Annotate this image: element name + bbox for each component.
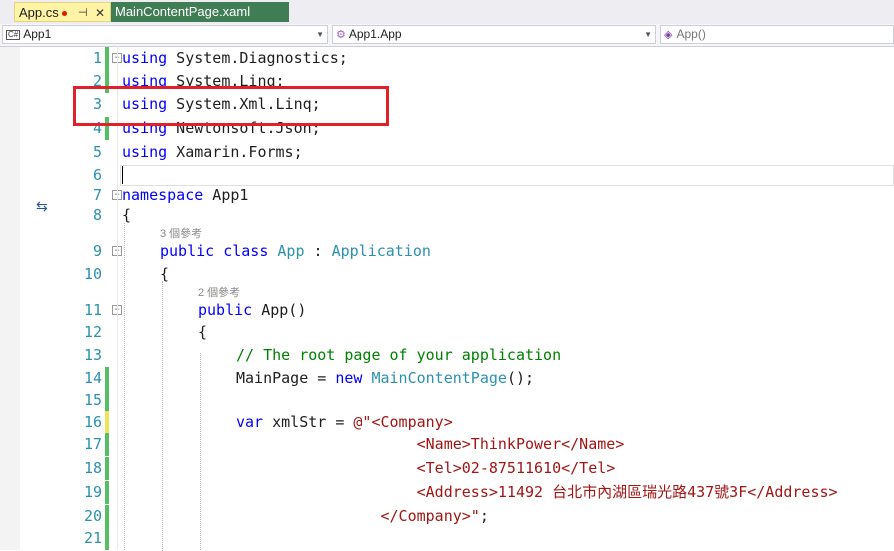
tab-maincontentpage-xaml[interactable]: MainContentPage.xaml — [111, 2, 289, 22]
tab-label: MainContentPage.xaml — [115, 4, 251, 19]
class-icon: ⚙ — [336, 29, 346, 41]
change-marker — [105, 47, 109, 70]
dropdown-arrow-icon: ▼ — [316, 30, 324, 39]
codelens-references[interactable]: 3 個參考 — [160, 225, 202, 241]
code-text: // The root page of your application — [236, 346, 562, 364]
close-tab-icon[interactable]: ✕ — [95, 3, 105, 23]
code-line[interactable]: 10{ — [0, 263, 894, 286]
code-line[interactable]: 17 <Name>ThinkPower</Name> — [0, 433, 894, 456]
line-number: 18 — [83, 459, 102, 477]
line-number: 9 — [92, 242, 102, 260]
code-line[interactable]: 19 <Address>11492 台北市內湖區瑞光路437號3F</Addre… — [0, 481, 894, 504]
change-marker — [105, 505, 109, 528]
change-marker — [105, 367, 109, 390]
code-text: public class App : Application — [160, 242, 431, 260]
class-hierarchy-icon[interactable]: ⇆ — [36, 198, 48, 215]
change-marker — [105, 527, 109, 550]
code-line[interactable]: 16 var xmlStr = @"<Company> — [0, 411, 894, 434]
line-number: 5 — [92, 143, 102, 161]
current-line-highlight — [120, 165, 894, 186]
code-line[interactable]: 13 // The root page of your application — [0, 344, 894, 367]
change-marker — [105, 389, 109, 412]
code-line[interactable]: 20 </Company>"; — [0, 505, 894, 528]
tab-label: App.cs — [19, 5, 59, 20]
line-number: 12 — [83, 323, 102, 341]
line-number: 10 — [83, 265, 102, 283]
code-line[interactable]: 15 — [0, 389, 894, 412]
code-text: public App() — [198, 301, 307, 319]
code-text: <Address>11492 台北市內湖區瑞光路437號3F</Address> — [236, 483, 838, 501]
member-dropdown[interactable]: ◈ App() — [660, 25, 894, 44]
highlight-box — [73, 86, 389, 126]
text-caret — [122, 166, 123, 184]
change-marker — [105, 457, 109, 480]
code-line[interactable]: 11−2 個參考public App() — [0, 287, 894, 322]
code-text: <Tel>02-87511610</Tel> — [236, 459, 616, 477]
line-number: 17 — [83, 435, 102, 453]
tab-app-cs[interactable]: App.cs ⊣ ✕ — [14, 2, 111, 22]
code-text: { — [198, 323, 208, 341]
line-number: 16 — [83, 413, 102, 431]
line-number: 14 — [83, 369, 102, 387]
line-number: 20 — [83, 507, 102, 525]
line-number: 13 — [83, 346, 102, 364]
dropdown-arrow-icon: ▼ — [644, 30, 652, 39]
line-number: 19 — [83, 483, 102, 501]
pin-tab-icon[interactable]: ⊣ — [78, 3, 88, 23]
code-text: var xmlStr = @"<Company> — [236, 413, 453, 431]
navigation-bar: C# App1 ▼ ⚙ App1.App ▼ ◈ App() — [0, 24, 894, 47]
codelens-references[interactable]: 2 個參考 — [198, 284, 240, 300]
document-tab-strip: App.cs ⊣ ✕ MainContentPage.xaml — [0, 0, 894, 24]
line-number: 1 — [92, 49, 102, 67]
code-text: using Xamarin.Forms; — [122, 143, 303, 161]
code-line[interactable]: 18 <Tel>02-87511610</Tel> — [0, 457, 894, 480]
modified-indicator-icon — [61, 11, 67, 17]
line-number: 21 — [83, 529, 102, 547]
type-dropdown[interactable]: ⚙ App1.App ▼ — [332, 25, 656, 44]
code-text: </Company>"; — [236, 507, 489, 525]
code-line[interactable]: 5 using Xamarin.Forms; — [0, 141, 894, 164]
method-icon: ◈ — [664, 29, 673, 41]
code-line[interactable]: 12 { — [0, 321, 894, 344]
code-line[interactable]: 1−using System.Diagnostics; — [0, 47, 894, 70]
project-dropdown-value: App1 — [23, 27, 52, 41]
indent-guide — [200, 353, 201, 550]
code-text: <Name>ThinkPower</Name> — [236, 435, 625, 453]
code-line[interactable]: 8{ — [0, 204, 894, 227]
type-dropdown-value: App1.App — [348, 27, 402, 41]
change-marker — [105, 481, 109, 504]
line-number: 11 — [83, 301, 102, 319]
project-dropdown[interactable]: C# App1 ▼ — [2, 25, 328, 44]
line-number: 15 — [83, 391, 102, 409]
change-marker — [105, 433, 109, 456]
change-marker — [105, 411, 109, 434]
csharp-project-icon: C# — [6, 29, 21, 40]
line-number: 8 — [92, 206, 102, 224]
indent-guide — [124, 223, 125, 550]
code-line[interactable]: 9−3 個參考public class App : Application — [0, 228, 894, 263]
indent-guide — [162, 281, 163, 551]
code-line[interactable]: 21 — [0, 527, 894, 550]
code-text: using System.Diagnostics; — [122, 49, 348, 67]
code-text: MainPage = new MainContentPage(); — [236, 369, 535, 387]
code-line[interactable]: 14 MainPage = new MainContentPage(); — [0, 367, 894, 390]
member-dropdown-value: App() — [676, 27, 706, 41]
